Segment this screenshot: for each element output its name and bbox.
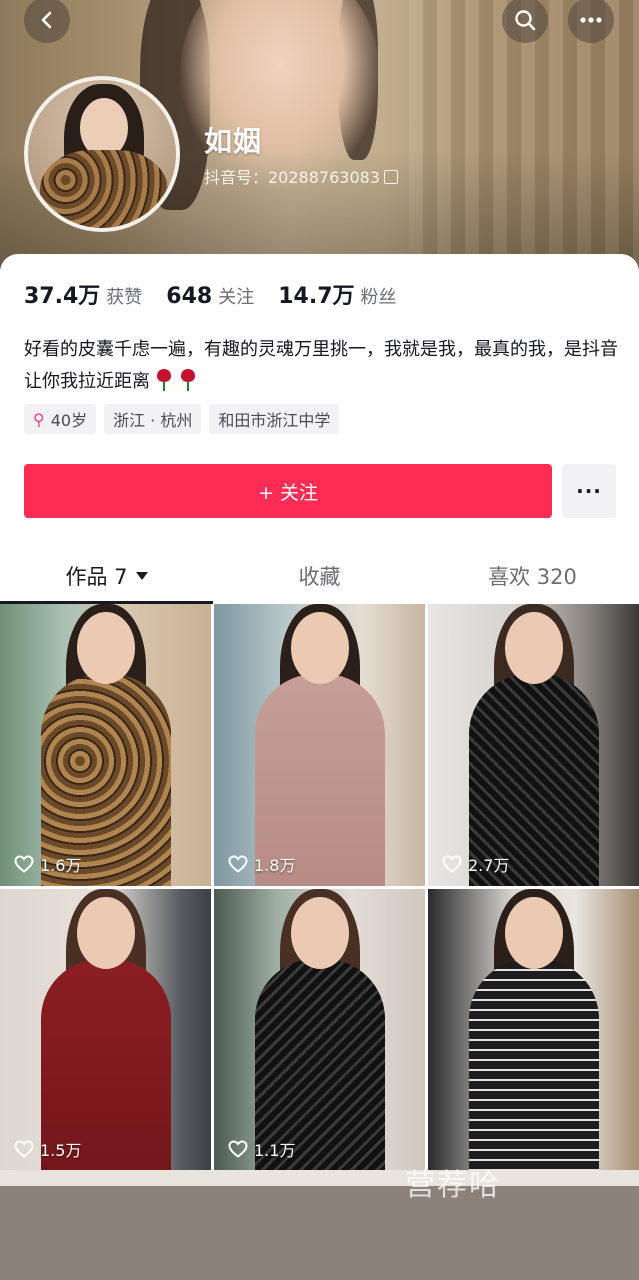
heart-icon	[14, 1140, 34, 1158]
watermark: 营荐哈	[405, 1168, 501, 1203]
like-count: 1.1万	[228, 1137, 295, 1161]
profile-tags: ⚲ 40岁 浙江 · 杭州 和田市浙江中学	[24, 404, 340, 434]
heart-icon	[14, 855, 34, 873]
profile-name: 如姻	[204, 125, 263, 158]
tab-liked[interactable]: 喜欢 320	[426, 550, 639, 602]
like-count: 1.8万	[228, 852, 295, 876]
video-thumbnail[interactable]: 1.6万	[0, 604, 211, 886]
like-count: 1.5万	[14, 1137, 81, 1161]
profile-screen: 如姻 抖音号：20288763083 37.4万 获赞 648 关注 14.7万…	[0, 0, 639, 1280]
location-tag: 浙江 · 杭州	[104, 404, 202, 434]
followers-label[interactable]: 粉丝	[361, 283, 397, 309]
female-icon: ⚲	[33, 409, 45, 429]
rose-icon	[154, 369, 174, 391]
heart-icon	[228, 855, 248, 873]
video-thumbnail[interactable]: 2.7万	[428, 604, 639, 886]
heart-icon	[228, 1140, 248, 1158]
likes-label: 获赞	[106, 287, 143, 308]
profile-tabs: 作品 7 收藏 喜欢 320	[0, 550, 639, 604]
likes-count: 37.4万	[24, 284, 101, 309]
back-icon	[41, 11, 52, 29]
video-thumbnail[interactable]: 1.1万	[214, 889, 425, 1171]
tab-works[interactable]: 作品 7	[0, 550, 213, 604]
tab-favorites[interactable]: 收藏	[213, 550, 426, 602]
video-thumbnail[interactable]	[428, 889, 639, 1171]
douyin-id[interactable]: 抖音号：20288763083	[204, 164, 398, 188]
school-tag: 和田市浙江中学	[209, 404, 340, 434]
video-thumbnail[interactable]: 1.5万	[0, 889, 211, 1171]
following-count[interactable]: 648	[166, 284, 212, 309]
avatar[interactable]	[24, 76, 180, 232]
douyin-id-text: 抖音号：20288763083	[204, 168, 380, 187]
like-count: 1.6万	[14, 852, 81, 876]
bio-text: 好看的皮囊千虑一遍，有趣的灵魂万里挑一，我就是我，最真的我，是抖音让你我拉近距离	[24, 339, 618, 392]
followers-count[interactable]: 14.7万	[278, 278, 354, 310]
following-label[interactable]: 关注	[218, 283, 254, 309]
bio: 好看的皮囊千虑一遍，有趣的灵魂万里挑一，我就是我，最真的我，是抖音让你我拉近距离	[24, 334, 618, 398]
search-icon	[515, 10, 536, 31]
follow-button[interactable]: + 关注	[24, 464, 552, 518]
dropdown-icon	[135, 572, 148, 580]
heart-icon	[442, 855, 462, 873]
profile-more-button[interactable]: ···	[562, 464, 616, 518]
like-count: 2.7万	[442, 852, 509, 876]
more-icon	[580, 17, 602, 23]
stats-row: 37.4万 获赞 648 关注 14.7万 粉丝	[24, 278, 421, 310]
age-tag: ⚲ 40岁	[24, 404, 97, 434]
bottom-area	[0, 1170, 639, 1280]
video-thumbnail[interactable]: 1.8万	[214, 604, 425, 886]
rose-icon	[178, 369, 198, 391]
copy-icon[interactable]	[383, 170, 398, 184]
